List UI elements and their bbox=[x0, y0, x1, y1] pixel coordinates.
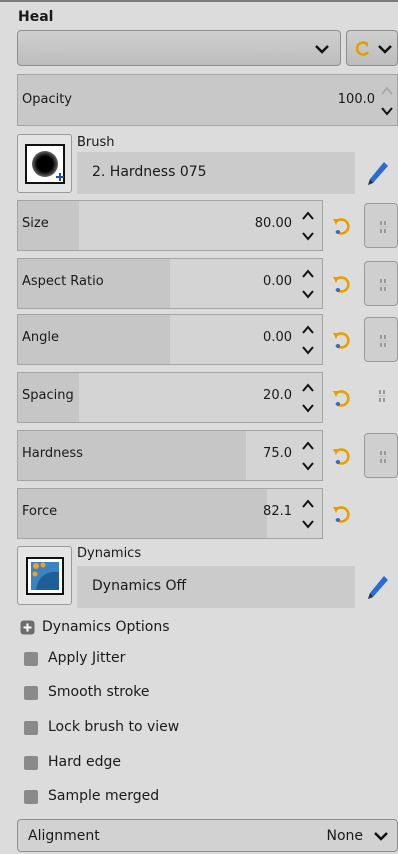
slider-value: 0.00 bbox=[263, 330, 292, 345]
checkbox-box[interactable] bbox=[24, 686, 38, 700]
lock-brush-to-view-checkbox[interactable]: Lock brush to view bbox=[24, 719, 324, 741]
expand-plus-icon bbox=[20, 620, 35, 635]
hardness-slider[interactable]: Hardness 75.0 bbox=[17, 430, 323, 481]
aspect-ratio-slider[interactable]: Aspect Ratio 0.00 bbox=[17, 258, 323, 309]
checkbox-label: Hard edge bbox=[48, 754, 121, 770]
edit-dynamics-pencil-icon[interactable] bbox=[364, 572, 390, 602]
opacity-field[interactable]: Opacity 100.0 bbox=[17, 74, 398, 126]
alignment-label: Alignment bbox=[28, 828, 100, 844]
brush-preview-button[interactable] bbox=[17, 134, 72, 193]
hard-edge-checkbox[interactable]: Hard edge bbox=[24, 754, 324, 776]
dynamics-icon bbox=[26, 557, 64, 595]
brush-name-field[interactable]: 2. Hardness 075 bbox=[77, 152, 355, 194]
dynamics-options-label: Dynamics Options bbox=[42, 619, 170, 635]
checkbox-box[interactable] bbox=[24, 790, 38, 804]
force-slider[interactable]: Force 82.1 bbox=[17, 488, 323, 539]
checkbox-box[interactable] bbox=[24, 756, 38, 770]
blend-space-dropdown[interactable] bbox=[346, 30, 398, 66]
dynamics-name-field[interactable]: Dynamics Off bbox=[77, 566, 355, 608]
mode-dropdown[interactable]: Mode Normal bbox=[17, 30, 341, 66]
link-angle-icon[interactable] bbox=[364, 317, 398, 362]
slider-value: 75.0 bbox=[263, 446, 292, 461]
dynamics-name: Dynamics Off bbox=[92, 578, 187, 594]
checkbox-label: Sample merged bbox=[48, 788, 160, 804]
reset-force-icon[interactable] bbox=[330, 503, 352, 525]
alignment-dropdown[interactable]: Alignment None bbox=[17, 819, 398, 852]
checkbox-box[interactable] bbox=[24, 721, 38, 735]
checkbox-label: Lock brush to view bbox=[48, 719, 180, 735]
opacity-value: 100.0 bbox=[337, 92, 375, 107]
panel-title: Heal bbox=[18, 9, 54, 25]
slider-label: Hardness bbox=[22, 446, 83, 461]
slider-label: Force bbox=[22, 504, 58, 519]
sample-merged-checkbox[interactable]: Sample merged bbox=[24, 788, 324, 810]
brush-header: Brush bbox=[77, 135, 115, 150]
slider-spinner[interactable] bbox=[298, 434, 318, 478]
reset-angle-icon[interactable] bbox=[330, 329, 352, 351]
reset-hardness-icon[interactable] bbox=[330, 445, 352, 467]
top-separator bbox=[0, 0, 398, 2]
reset-size-icon[interactable] bbox=[330, 215, 352, 237]
mode-label: Mode bbox=[28, 40, 64, 55]
reset-spacing-icon[interactable] bbox=[330, 387, 352, 409]
link-size-icon[interactable] bbox=[364, 203, 398, 248]
slider-spinner[interactable] bbox=[298, 376, 318, 420]
reset-aspect-ratio-icon[interactable] bbox=[330, 273, 352, 295]
chevron-down-icon bbox=[378, 45, 392, 54]
size-slider[interactable]: Size 80.00 bbox=[17, 200, 323, 251]
checkbox-box[interactable] bbox=[24, 652, 38, 666]
slider-spinner[interactable] bbox=[298, 318, 318, 362]
blend-arrow-icon bbox=[355, 41, 370, 56]
dynamics-options-expander[interactable]: Dynamics Options bbox=[20, 618, 270, 638]
chevron-down-icon bbox=[374, 832, 388, 841]
edit-brush-pencil-icon[interactable] bbox=[364, 158, 390, 188]
dynamics-header: Dynamics bbox=[77, 546, 142, 561]
chevron-down-icon bbox=[315, 45, 329, 54]
apply-jitter-checkbox[interactable]: Apply Jitter bbox=[24, 650, 324, 672]
mode-value: Normal bbox=[250, 40, 298, 55]
brush-name: 2. Hardness 075 bbox=[92, 164, 207, 180]
slider-label: Aspect Ratio bbox=[22, 274, 104, 289]
spacing-slider[interactable]: Spacing 20.0 bbox=[17, 372, 323, 423]
slider-value: 20.0 bbox=[263, 388, 292, 403]
slider-value: 82.1 bbox=[263, 504, 292, 519]
slider-label: Size bbox=[22, 216, 49, 231]
slider-label: Spacing bbox=[22, 388, 74, 403]
slider-value: 0.00 bbox=[263, 274, 292, 289]
link-spacing-icon[interactable] bbox=[370, 384, 394, 408]
slider-value: 80.00 bbox=[254, 216, 292, 231]
angle-slider[interactable]: Angle 0.00 bbox=[17, 314, 323, 365]
brush-preview-icon bbox=[25, 144, 65, 184]
dynamics-preview-button[interactable] bbox=[17, 546, 72, 605]
opacity-spinner[interactable] bbox=[377, 79, 397, 123]
checkbox-label: Smooth stroke bbox=[48, 684, 150, 700]
slider-label: Angle bbox=[22, 330, 59, 345]
link-aspect-ratio-icon[interactable] bbox=[364, 261, 398, 306]
slider-spinner[interactable] bbox=[298, 262, 318, 306]
slider-spinner[interactable] bbox=[298, 204, 318, 248]
link-hardness-icon[interactable] bbox=[364, 433, 398, 478]
opacity-label: Opacity bbox=[22, 92, 73, 107]
smooth-stroke-checkbox[interactable]: Smooth stroke bbox=[24, 684, 324, 706]
slider-spinner[interactable] bbox=[298, 492, 318, 536]
alignment-value: None bbox=[326, 828, 363, 844]
checkbox-label: Apply Jitter bbox=[48, 650, 126, 666]
